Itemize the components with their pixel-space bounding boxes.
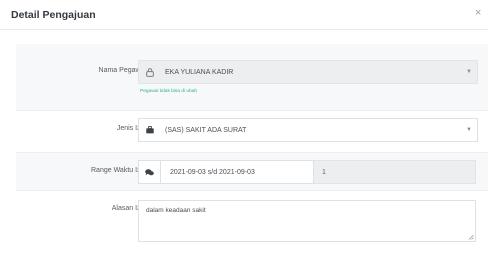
resize-handle-icon[interactable] (468, 234, 474, 240)
nama-pegawai-select[interactable]: EKA YULIANA KADIR ▼ (138, 60, 478, 84)
briefcase-icon (139, 119, 161, 141)
range-waktu-group: 2021-09-03 s/d 2021-09-03 1 (138, 160, 476, 184)
jenis-izin-select[interactable]: (SAS) SAKIT ADA SURAT ▼ (138, 118, 478, 142)
alasan-izin-value: dalam keadaan sakit (146, 207, 206, 214)
comments-icon (138, 160, 160, 184)
alasan-izin-textarea[interactable]: dalam keadaan sakit (138, 200, 476, 242)
jenis-izin-value: (SAS) SAKIT ADA SURAT (165, 126, 247, 134)
row-nama-pegawai: Nama Pegawai EKA YULIANA KADIR ▼ Pegawai… (16, 44, 488, 110)
date-range-input[interactable]: 2021-09-03 s/d 2021-09-03 (160, 160, 314, 184)
modal-header: Detail Pengajuan × (0, 0, 488, 30)
lock-icon (139, 61, 161, 83)
nama-pegawai-help: Pegawai tidak bisa di ubah (140, 89, 198, 94)
chevron-down-icon: ▼ (466, 127, 472, 133)
days-count-field: 1 (314, 160, 476, 184)
chevron-down-icon: ▼ (466, 69, 472, 75)
modal-title: Detail Pengajuan (11, 9, 96, 21)
row-range-waktu: Range Waktu Izin 2021-09-03 s/d 2021-09-… (16, 152, 488, 190)
nama-pegawai-value: EKA YULIANA KADIR (165, 68, 234, 76)
close-button[interactable]: × (475, 8, 481, 19)
row-jenis-izin: Jenis Izin (SAS) SAKIT ADA SURAT ▼ (16, 110, 488, 152)
row-alasan-izin: Alasan Izin dalam keadaan sakit (16, 190, 488, 252)
